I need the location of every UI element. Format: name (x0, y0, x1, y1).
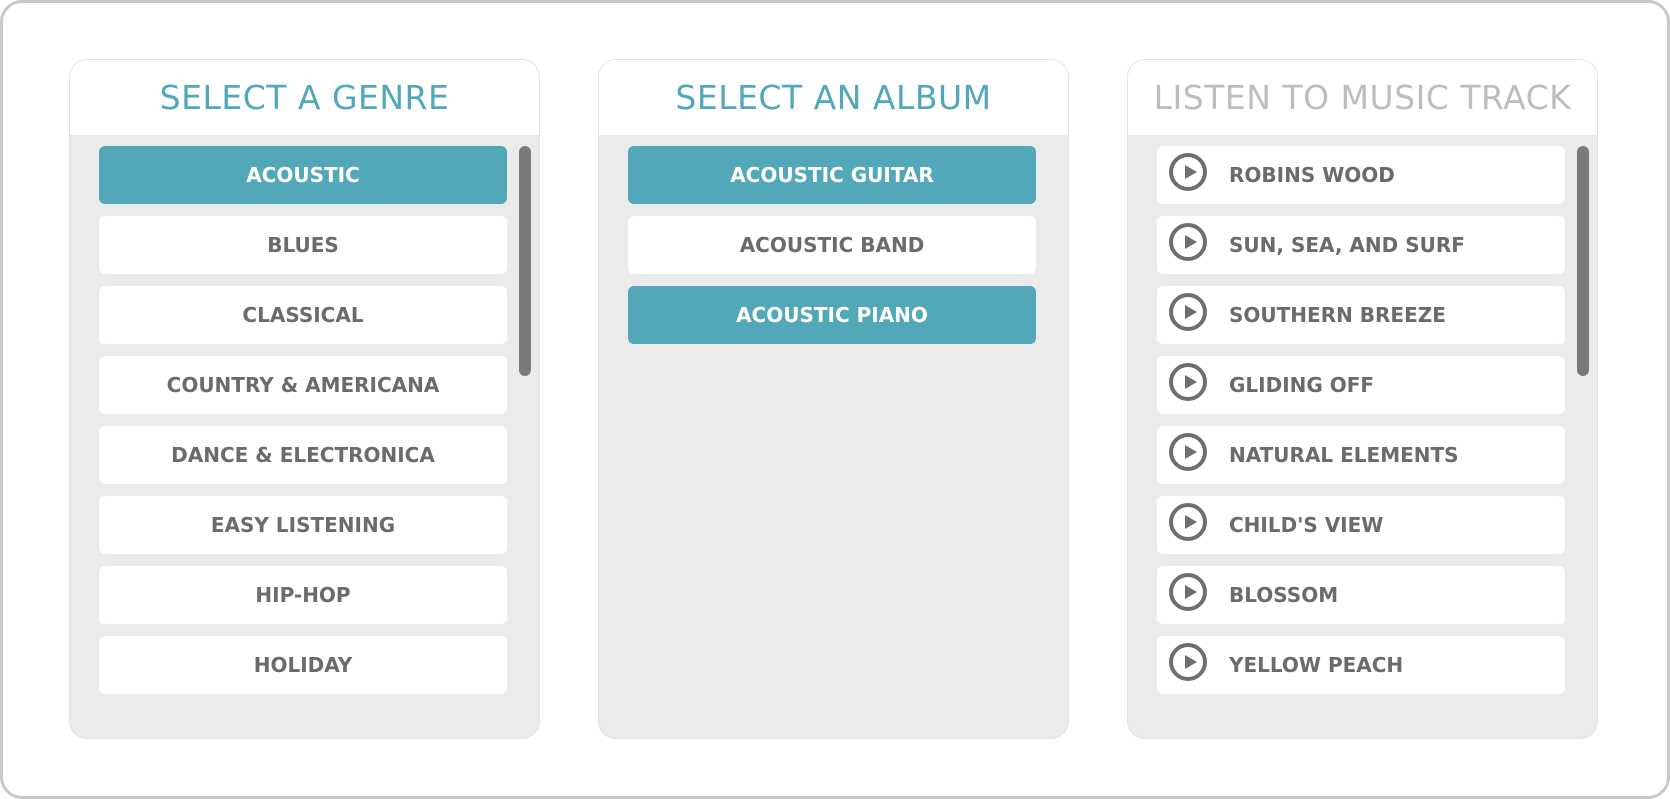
track-title: SOUTHERN BREEZE (1229, 303, 1446, 327)
track-title: SUN, SEA, AND SURF (1229, 233, 1465, 257)
album-item-acoustic-guitar[interactable]: ACOUSTIC GUITAR (628, 146, 1036, 204)
track-title: BLOSSOM (1229, 583, 1339, 607)
genre-panel-title: SELECT A GENRE (70, 60, 539, 136)
album-list: ACOUSTIC GUITAR ACOUSTIC BAND ACOUSTIC P… (599, 136, 1068, 738)
track-scrollbar[interactable] (1577, 146, 1589, 376)
genre-item-holiday[interactable]: HOLIDAY (99, 636, 507, 694)
play-circle-icon[interactable] (1169, 503, 1207, 541)
track-item-childs-view[interactable]: CHILD'S VIEW (1157, 496, 1565, 554)
genre-item-easy-listening[interactable]: EASY LISTENING (99, 496, 507, 554)
play-circle-icon[interactable] (1169, 293, 1207, 331)
album-item-acoustic-piano[interactable]: ACOUSTIC PIANO (628, 286, 1036, 344)
play-circle-icon[interactable] (1169, 573, 1207, 611)
album-item-acoustic-band[interactable]: ACOUSTIC BAND (628, 216, 1036, 274)
app-frame: SELECT A GENRE ACOUSTIC BLUES CLASSICAL … (0, 0, 1670, 799)
album-panel-title: SELECT AN ALBUM (599, 60, 1068, 136)
track-title: CHILD'S VIEW (1229, 513, 1384, 537)
track-title: YELLOW PEACH (1229, 653, 1404, 677)
track-panel-title: LISTEN TO MUSIC TRACK (1128, 60, 1597, 136)
play-circle-icon[interactable] (1169, 363, 1207, 401)
track-item-natural-elements[interactable]: NATURAL ELEMENTS (1157, 426, 1565, 484)
play-circle-icon[interactable] (1169, 223, 1207, 261)
track-list: ROBINS WOOD SUN, SEA, AND SURF SOUTHERN … (1128, 136, 1597, 738)
track-panel: LISTEN TO MUSIC TRACK ROBINS WOOD SUN, S… (1127, 59, 1598, 739)
track-title: NATURAL ELEMENTS (1229, 443, 1459, 467)
track-title: GLIDING OFF (1229, 373, 1375, 397)
genre-scrollbar[interactable] (519, 146, 531, 376)
track-item-robins-wood[interactable]: ROBINS WOOD (1157, 146, 1565, 204)
genre-panel: SELECT A GENRE ACOUSTIC BLUES CLASSICAL … (69, 59, 540, 739)
genre-item-blues[interactable]: BLUES (99, 216, 507, 274)
genre-item-classical[interactable]: CLASSICAL (99, 286, 507, 344)
track-item-sun-sea-surf[interactable]: SUN, SEA, AND SURF (1157, 216, 1565, 274)
genre-item-country-americana[interactable]: COUNTRY & AMERICANA (99, 356, 507, 414)
track-item-blossom[interactable]: BLOSSOM (1157, 566, 1565, 624)
track-item-southern-breeze[interactable]: SOUTHERN BREEZE (1157, 286, 1565, 344)
play-circle-icon[interactable] (1169, 153, 1207, 191)
genre-item-hip-hop[interactable]: HIP-HOP (99, 566, 507, 624)
track-item-gliding-off[interactable]: GLIDING OFF (1157, 356, 1565, 414)
genre-list: ACOUSTIC BLUES CLASSICAL COUNTRY & AMERI… (70, 136, 539, 738)
play-circle-icon[interactable] (1169, 433, 1207, 471)
genre-item-dance-electronica[interactable]: DANCE & ELECTRONICA (99, 426, 507, 484)
play-circle-icon[interactable] (1169, 643, 1207, 681)
album-panel: SELECT AN ALBUM ACOUSTIC GUITAR ACOUSTIC… (598, 59, 1069, 739)
track-title: ROBINS WOOD (1229, 163, 1395, 187)
genre-item-acoustic[interactable]: ACOUSTIC (99, 146, 507, 204)
track-item-yellow-peach[interactable]: YELLOW PEACH (1157, 636, 1565, 694)
